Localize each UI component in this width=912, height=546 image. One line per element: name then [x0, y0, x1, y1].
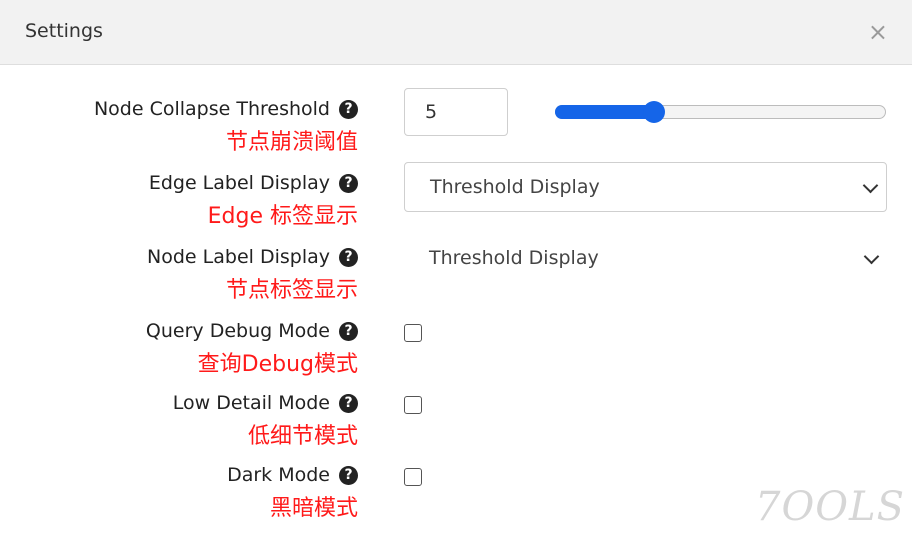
- low-detail-checkbox[interactable]: [404, 396, 422, 414]
- setting-row-query-debug-mode: Query Debug Mode ? 查询Debug模式: [0, 310, 912, 384]
- setting-label: Query Debug Mode: [145, 320, 330, 342]
- setting-row-node-label-display: Node Label Display ? 节点标签显示 Threshold Di…: [0, 236, 912, 310]
- chevron-down-icon: [862, 177, 879, 194]
- node-label-select[interactable]: Threshold Display: [404, 234, 887, 284]
- setting-label: Dark Mode: [227, 464, 330, 486]
- setting-annotation: Edge 标签显示: [207, 204, 358, 229]
- slider-fill: [555, 105, 654, 119]
- close-icon[interactable]: ×: [868, 20, 888, 44]
- setting-row-low-detail-mode: Low Detail Mode ? 低细节模式: [0, 382, 912, 456]
- slider-thumb[interactable]: [643, 101, 665, 123]
- dialog-title: Settings: [25, 20, 103, 42]
- watermark-logo: 7OOLS: [755, 484, 905, 530]
- dark-mode-checkbox[interactable]: [404, 468, 422, 486]
- question-circle-icon[interactable]: ?: [339, 393, 358, 413]
- setting-label: Edge Label Display: [148, 172, 330, 194]
- setting-annotation: 节点崩溃阈值: [225, 130, 358, 155]
- chevron-down-icon: [863, 248, 880, 265]
- threshold-slider[interactable]: [555, 100, 886, 124]
- settings-dialog: Settings × Node Collapse Threshold ? 节点崩…: [0, 0, 912, 546]
- question-circle-icon[interactable]: ?: [339, 321, 358, 341]
- setting-label: Node Label Display: [147, 246, 330, 268]
- setting-label-group: Low Detail Mode ? 低细节模式: [173, 392, 358, 450]
- setting-label: Node Collapse Threshold: [93, 98, 330, 120]
- threshold-number-input[interactable]: 5: [404, 88, 508, 136]
- select-value: Threshold Display: [430, 176, 600, 198]
- setting-label: Low Detail Mode: [172, 392, 330, 414]
- setting-annotation: 黑暗模式: [269, 496, 358, 521]
- edge-label-select[interactable]: Threshold Display: [404, 162, 887, 212]
- setting-label-group: Dark Mode ? 黑暗模式: [227, 464, 358, 522]
- setting-label-group: Edge Label Display ? Edge 标签显示: [149, 172, 358, 230]
- question-circle-icon[interactable]: ?: [339, 173, 358, 193]
- setting-annotation: 查询Debug模式: [197, 352, 358, 377]
- select-value: Threshold Display: [429, 247, 599, 269]
- question-circle-icon[interactable]: ?: [339, 247, 358, 267]
- dialog-header: Settings ×: [0, 0, 912, 65]
- setting-label-group: Query Debug Mode ? 查询Debug模式: [146, 320, 358, 378]
- setting-annotation: 低细节模式: [247, 424, 358, 449]
- question-circle-icon[interactable]: ?: [339, 99, 358, 119]
- setting-annotation: 节点标签显示: [225, 278, 358, 303]
- query-debug-checkbox[interactable]: [404, 324, 422, 342]
- setting-label-group: Node Collapse Threshold ? 节点崩溃阈值: [94, 98, 358, 156]
- question-circle-icon[interactable]: ?: [339, 465, 358, 485]
- setting-row-node-collapse-threshold: Node Collapse Threshold ? 节点崩溃阈值 5: [0, 88, 912, 162]
- setting-row-edge-label-display: Edge Label Display ? Edge 标签显示 Threshold…: [0, 162, 912, 236]
- setting-label-group: Node Label Display ? 节点标签显示: [147, 246, 358, 304]
